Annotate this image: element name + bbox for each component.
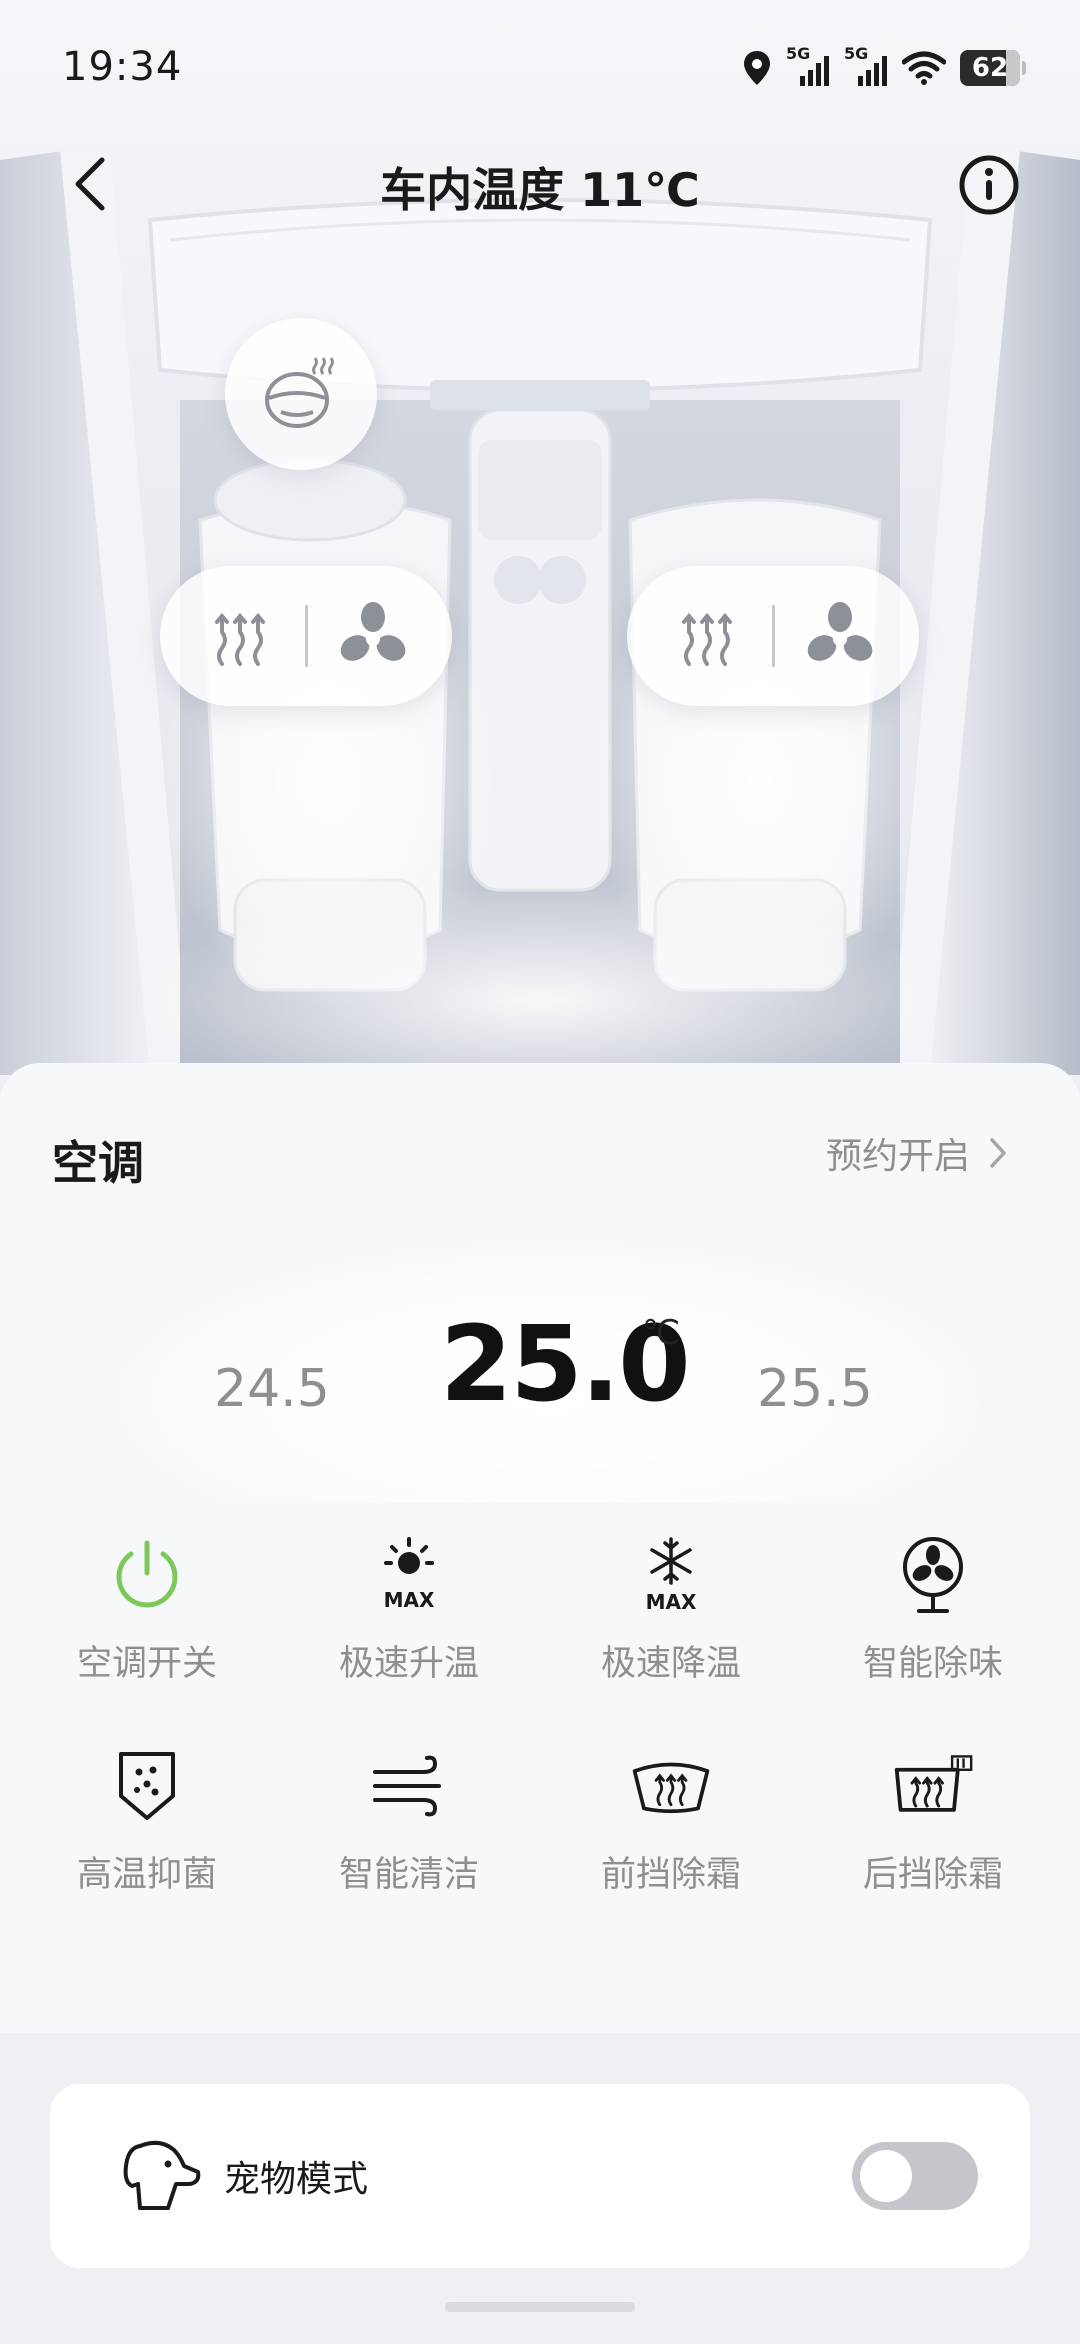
- function-label: 高温抑菌: [76, 1855, 217, 1895]
- left-seat-vent-button[interactable]: [308, 566, 438, 706]
- heated-steering-wheel-icon: [265, 357, 334, 428]
- pet-mode-label: 宠物模式: [224, 2159, 369, 2200]
- function-label: 极速升温: [338, 1644, 479, 1684]
- sun-max-icon: MAX: [384, 1537, 435, 1612]
- location-icon: [744, 51, 770, 85]
- rapid-cool-button[interactable]: MAX 极速降温: [540, 1533, 802, 1686]
- schedule-label: 预约开启: [825, 1136, 970, 1177]
- header: 车内温度 11℃: [0, 140, 1080, 230]
- ac-function-grid: 空调开关 MAX 极速升温 MAX 极速降温 智能除味 高温抑菌 智能清洁 前挡…: [0, 1533, 1080, 1897]
- power-icon: [116, 1540, 178, 1608]
- snowflake-max-icon: MAX: [646, 1537, 697, 1614]
- dog-icon: [123, 2140, 201, 2210]
- page-title: 车内温度 11℃: [380, 163, 700, 217]
- right-seat-heat-button[interactable]: [642, 566, 772, 706]
- pet-mode-toggle[interactable]: [852, 2142, 978, 2210]
- seat-ventilation-icon: [340, 602, 405, 661]
- car-interior-scene: 19:34 5G 5G 62 车内温度 11℃: [0, 0, 1080, 1075]
- status-time: 19:34: [62, 44, 183, 90]
- front-defrost-button[interactable]: 前挡除霜: [540, 1744, 802, 1897]
- rear-defrost-icon: [894, 1755, 973, 1812]
- temperature-selector[interactable]: 24.5 25.0 ℃ 25.5: [0, 1263, 1080, 1443]
- ac-power-button[interactable]: 空调开关: [16, 1533, 278, 1686]
- pet-mode-card: 宠物模式: [50, 2084, 1030, 2268]
- function-label: 空调开关: [76, 1644, 217, 1684]
- battery-icon: 62: [960, 50, 1026, 86]
- seat-heat-icon: [214, 612, 265, 666]
- fan-icon: [903, 1537, 963, 1613]
- function-label: 智能清洁: [338, 1855, 479, 1895]
- info-button[interactable]: [958, 154, 1020, 216]
- svg-text:MAX: MAX: [384, 1588, 435, 1612]
- ac-card: 空调 预约开启 24.5 25.0 ℃ 25.5 空调开关 MAX 极速升温 M…: [0, 1063, 1080, 2033]
- svg-text:MAX: MAX: [646, 1590, 697, 1614]
- toggle-knob: [860, 2150, 912, 2202]
- left-seat-controls: [160, 566, 452, 706]
- battery-level: 62: [971, 53, 1009, 83]
- temp-unit: ℃: [642, 1313, 681, 1353]
- seat-heat-icon: [681, 612, 732, 666]
- ac-title: 空调: [52, 1136, 144, 1190]
- seat-ventilation-icon: [807, 602, 872, 661]
- high-temp-sterilize-button[interactable]: 高温抑菌: [16, 1744, 278, 1897]
- function-label: 极速降温: [600, 1644, 741, 1684]
- function-label: 智能除味: [862, 1644, 1003, 1684]
- status-bar: 19:34 5G 5G 62: [0, 0, 1080, 140]
- temp-next[interactable]: 25.5: [757, 1359, 873, 1419]
- chevron-right-icon: [990, 1138, 1006, 1168]
- smart-deodorize-button[interactable]: 智能除味: [802, 1533, 1064, 1686]
- function-label: 后挡除霜: [862, 1855, 1003, 1895]
- function-label: 前挡除霜: [600, 1855, 741, 1895]
- schedule-button[interactable]: 预约开启: [826, 1127, 1008, 1179]
- smart-clean-button[interactable]: 智能清洁: [278, 1744, 540, 1897]
- right-seat-controls: [627, 566, 919, 706]
- right-seat-vent-button[interactable]: [775, 566, 905, 706]
- status-icons: 5G 5G 62: [742, 44, 1026, 92]
- front-defrost-icon: [632, 1762, 710, 1814]
- rapid-heat-button[interactable]: MAX 极速升温: [278, 1533, 540, 1686]
- temp-prev[interactable]: 24.5: [214, 1359, 330, 1419]
- steering-wheel-heat-button[interactable]: [225, 318, 377, 470]
- left-seat-heat-button[interactable]: [175, 566, 305, 706]
- wind-icon: [373, 1755, 441, 1817]
- wifi-icon: [902, 51, 946, 85]
- signal-5g-icon: 5G: [786, 44, 830, 88]
- home-indicator[interactable]: [445, 2302, 635, 2312]
- signal-5g-icon: 5G: [844, 44, 888, 88]
- shield-germ-icon: [119, 1752, 175, 1820]
- info-icon: [959, 155, 1019, 215]
- rear-defrost-button[interactable]: 后挡除霜: [802, 1744, 1064, 1897]
